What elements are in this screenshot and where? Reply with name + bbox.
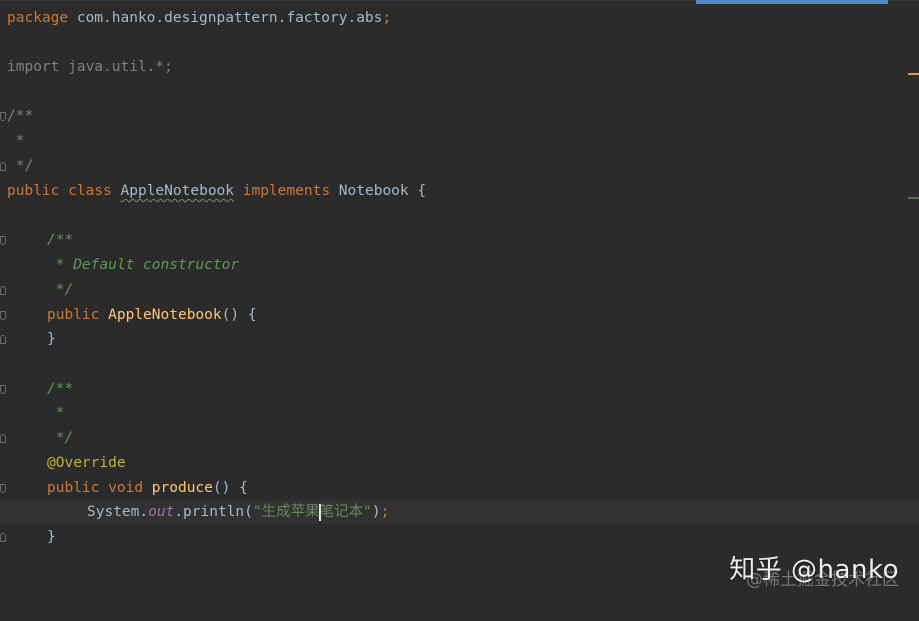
- close-paren: ): [371, 504, 381, 520]
- constructor-name: AppleNotebook: [108, 307, 222, 323]
- interface-name: Notebook: [338, 183, 409, 199]
- class-name: AppleNotebook: [120, 183, 235, 199]
- fold-end-icon[interactable]: [0, 286, 6, 295]
- doc-close: */: [47, 430, 74, 446]
- horizontal-scroll-thumb[interactable]: [696, 0, 888, 4]
- semicolon: ;: [382, 10, 392, 26]
- warning-marker[interactable]: [908, 73, 919, 75]
- keyword-class: class: [68, 183, 112, 199]
- println-call: .println(: [174, 504, 253, 520]
- fold-icon[interactable]: [0, 236, 6, 245]
- code-line-override[interactable]: @Override: [0, 451, 919, 475]
- package-name: com.hanko.designpattern.factory.abs: [68, 10, 383, 26]
- import-statement: import java.util.*;: [7, 59, 173, 75]
- keyword-package: package: [7, 10, 69, 26]
- code-line-package[interactable]: package com.hanko.designpattern.factory.…: [0, 6, 919, 30]
- keyword-implements: implements: [242, 183, 331, 199]
- method-name: produce: [151, 480, 213, 496]
- code-line-constructor-end[interactable]: }: [0, 327, 919, 351]
- code-line-doc-open[interactable]: /**: [0, 228, 919, 252]
- keyword-public: public: [47, 307, 100, 323]
- code-line-method-end[interactable]: }: [0, 525, 919, 549]
- code-line-comment-close[interactable]: */: [0, 154, 919, 178]
- constructor-parens: () {: [221, 307, 257, 323]
- info-marker[interactable]: [908, 197, 919, 199]
- code-line-doc-open-2[interactable]: /**: [0, 377, 919, 401]
- code-line-class-decl[interactable]: public class AppleNotebook implements No…: [0, 179, 919, 203]
- open-brace: {: [408, 183, 427, 199]
- code-line-method-decl[interactable]: public void produce() {: [0, 476, 919, 500]
- fold-icon[interactable]: [0, 484, 6, 493]
- doc-open: /**: [47, 232, 74, 248]
- string-part-2: 笔记本": [319, 504, 372, 520]
- fold-icon[interactable]: [0, 385, 6, 394]
- comment-open: /**: [7, 108, 34, 124]
- doc-default-constructor: * Default constructor: [47, 257, 240, 273]
- code-line-doc-close[interactable]: */: [0, 278, 919, 302]
- close-brace: }: [47, 331, 56, 347]
- code-line-comment-open[interactable]: /**: [0, 104, 919, 128]
- string-part-1: "生成苹果: [252, 504, 320, 520]
- fold-end-icon[interactable]: [0, 434, 6, 443]
- fold-end-icon[interactable]: [0, 335, 6, 344]
- code-line-constructor[interactable]: public AppleNotebook() {: [0, 303, 919, 327]
- code-line-println[interactable]: System.out.println("生成苹果笔记本");: [0, 500, 919, 524]
- code-line-doc-star-2[interactable]: *: [0, 401, 919, 425]
- comment-star: *: [7, 133, 25, 149]
- keyword-public: public: [47, 480, 100, 496]
- method-parens: () {: [212, 480, 248, 496]
- fold-icon[interactable]: [0, 112, 6, 121]
- keyword-void: void: [108, 480, 144, 496]
- override-annotation: @Override: [47, 455, 126, 471]
- system-class: System.: [87, 504, 149, 520]
- watermark-main: 知乎 @hanko: [729, 555, 899, 585]
- doc-star: *: [47, 405, 65, 421]
- doc-close: */: [47, 282, 74, 298]
- fold-icon[interactable]: [0, 311, 6, 320]
- code-line-doc-close-2[interactable]: */: [0, 426, 919, 450]
- keyword-public: public: [7, 183, 60, 199]
- code-line-comment-star[interactable]: *: [0, 129, 919, 153]
- out-field: out: [148, 504, 175, 520]
- close-brace: }: [47, 529, 56, 545]
- fold-end-icon[interactable]: [0, 162, 6, 171]
- code-editor[interactable]: package com.hanko.designpattern.factory.…: [0, 0, 919, 608]
- comment-close: */: [7, 158, 34, 174]
- semicolon: ;: [380, 504, 390, 520]
- code-line-doc-default[interactable]: * Default constructor: [0, 253, 919, 277]
- doc-open: /**: [47, 381, 74, 397]
- fold-end-icon[interactable]: [0, 533, 6, 542]
- code-line-import[interactable]: import java.util.*;: [0, 55, 919, 79]
